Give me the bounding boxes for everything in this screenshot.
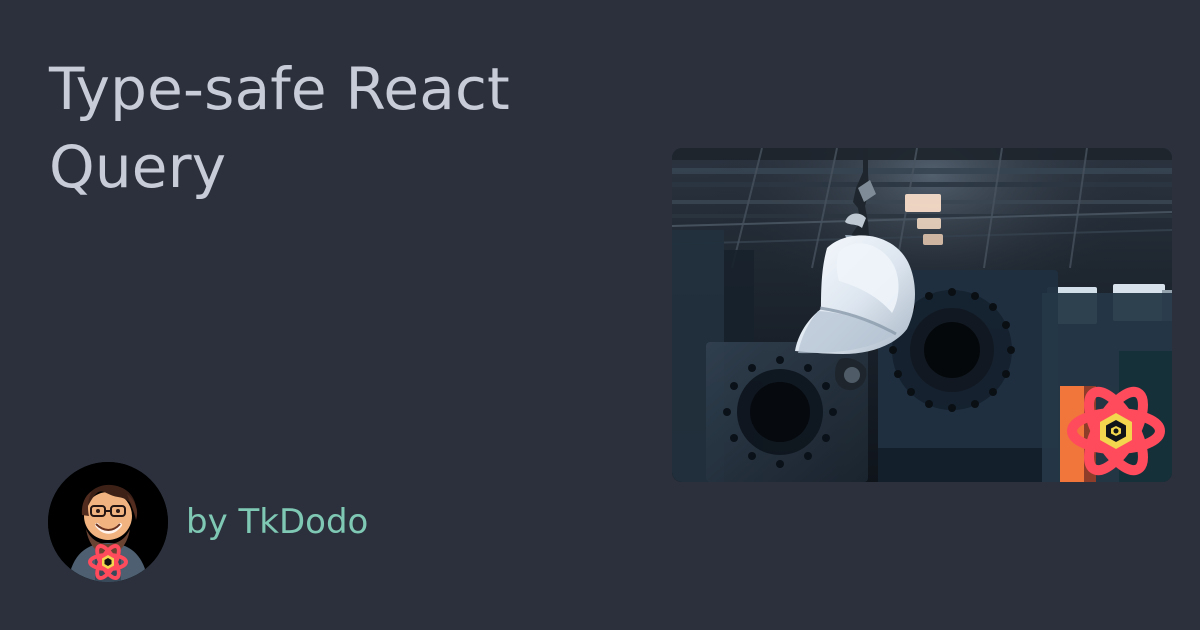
social-preview-card: Type-safe React Query by TkDodo [0, 0, 1200, 630]
hero-image [672, 148, 1172, 482]
author-avatar [48, 462, 168, 582]
author-byline: by TkDodo [186, 502, 369, 542]
post-title: Type-safe React Query [49, 55, 510, 201]
